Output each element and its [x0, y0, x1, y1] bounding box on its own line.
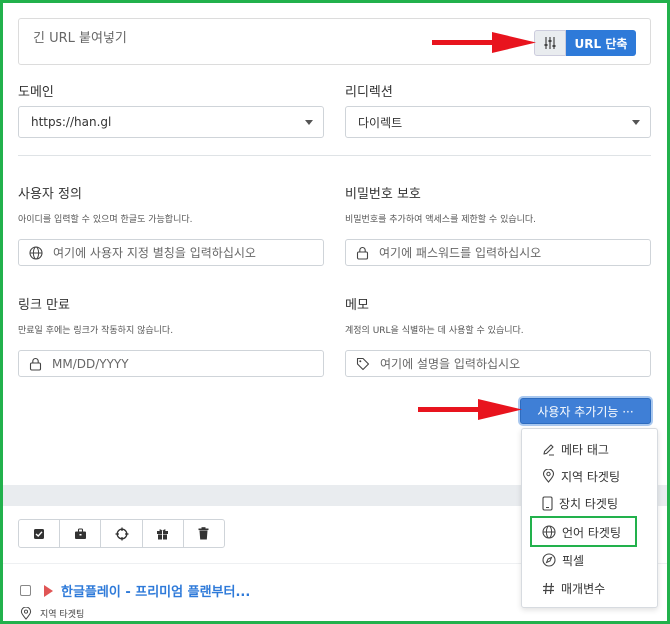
menu-item-pixels[interactable]: 픽셀 — [522, 547, 657, 573]
trash-icon — [198, 527, 209, 540]
more-features-menu: 메타 태그 지역 타겟팅 장치 타겟팅 언어 타겟팅 픽셀 매개변수 — [521, 428, 658, 608]
chevron-down-icon — [305, 120, 313, 125]
crosshair-icon — [115, 527, 128, 540]
bulk-action-toolbar — [18, 519, 225, 548]
url-bar: URL 단축 — [18, 18, 651, 65]
globe-icon — [29, 245, 43, 260]
pencil-icon — [543, 443, 554, 455]
more-features-label: 사용자 추가기능 ··· — [537, 404, 634, 419]
check-square-icon — [34, 528, 45, 539]
globe-icon — [542, 525, 556, 539]
menu-item-label: 지역 타겟팅 — [561, 469, 621, 484]
more-features-button[interactable]: 사용자 추가기능 ··· — [520, 398, 651, 424]
sliders-icon — [544, 37, 556, 49]
compass-icon — [542, 553, 556, 567]
memo-placeholder: 여기에 설명을 입력하십시오 — [380, 357, 521, 371]
password-placeholder: 여기에 패스워드를 입력하십시오 — [379, 246, 542, 260]
memo-label: 메모 — [345, 298, 369, 313]
domain-label: 도메인 — [18, 85, 54, 100]
menu-item-label: 픽셀 — [562, 553, 585, 568]
briefcase-icon — [74, 527, 86, 539]
long-url-input[interactable] — [33, 31, 413, 46]
play-icon — [44, 585, 53, 597]
password-label: 비밀번호 보호 — [345, 187, 421, 202]
menu-item-parameters[interactable]: 매개변수 — [522, 575, 657, 601]
domain-select[interactable]: https://han.gl — [18, 106, 324, 138]
gift-icon — [157, 529, 169, 540]
expiry-placeholder: MM/DD/YYYY — [52, 356, 129, 371]
menu-item-label: 장치 타겟팅 — [559, 496, 619, 511]
bundle-button[interactable] — [143, 520, 184, 547]
domain-value: https://han.gl — [31, 115, 112, 129]
memo-field[interactable]: 여기에 설명을 입력하십시오 — [345, 350, 651, 377]
menu-item-label: 메타 태그 — [561, 442, 609, 457]
target-button[interactable] — [101, 520, 143, 547]
map-pin-icon — [20, 607, 32, 620]
menu-item-device-targeting[interactable]: 장치 타겟팅 — [522, 490, 657, 516]
password-field[interactable]: 여기에 패스워드를 입력하십시오 — [345, 239, 651, 266]
select-all-button[interactable] — [19, 520, 61, 547]
expiry-help: 만료일 후에는 링크가 작동하지 않습니다. — [18, 326, 174, 336]
menu-item-language-targeting[interactable]: 언어 타겟팅 — [522, 519, 657, 545]
menu-item-label: 매개변수 — [561, 581, 606, 596]
delete-button[interactable] — [184, 520, 224, 547]
section-divider — [18, 155, 651, 156]
menu-item-geo-targeting[interactable]: 지역 타겟팅 — [522, 463, 657, 489]
custom-alias-field[interactable]: 여기에 사용자 지정 별칭을 입력하십시오 — [18, 239, 324, 266]
lock-icon — [29, 357, 42, 371]
map-pin-icon — [542, 469, 555, 483]
memo-help: 계정의 URL을 식별하는 데 사용할 수 있습니다. — [345, 326, 524, 336]
expiry-date-field[interactable]: MM/DD/YYYY — [18, 350, 324, 377]
redirect-select[interactable]: 다이렉트 — [345, 106, 651, 138]
menu-item-label: 언어 타겟팅 — [562, 525, 622, 540]
menu-item-meta-tags[interactable]: 메타 태그 — [522, 436, 657, 462]
custom-alias-placeholder: 여기에 사용자 지정 별칭을 입력하십시오 — [53, 246, 256, 260]
expiry-label: 링크 만료 — [18, 298, 70, 313]
link-select-checkbox[interactable] — [20, 585, 31, 596]
link-geo-label: 지역 타겟팅 — [40, 610, 85, 620]
options-toggle-button[interactable] — [534, 30, 566, 56]
campaign-button[interactable] — [60, 520, 102, 547]
hash-icon — [543, 582, 554, 594]
redirect-label: 리디렉션 — [345, 85, 393, 100]
custom-alias-label: 사용자 정의 — [18, 187, 82, 202]
password-help: 비밀번호를 추가하여 액세스를 제한할 수 있습니다. — [345, 215, 537, 225]
tag-icon — [356, 357, 370, 370]
lock-icon — [356, 246, 369, 260]
custom-alias-help: 아이디를 입력할 수 있으며 한글도 가능합니다. — [18, 215, 193, 225]
shorten-url-button[interactable]: URL 단축 — [566, 30, 636, 56]
link-geo-tag: 지역 타겟팅 — [20, 607, 84, 620]
annotation-arrow-icon — [418, 399, 522, 420]
phone-icon — [542, 495, 553, 511]
redirect-value: 다이렉트 — [358, 115, 403, 130]
link-title[interactable]: 한글플레이 - 프리미엄 플랜부터... — [61, 581, 250, 600]
chevron-down-icon — [632, 120, 640, 125]
